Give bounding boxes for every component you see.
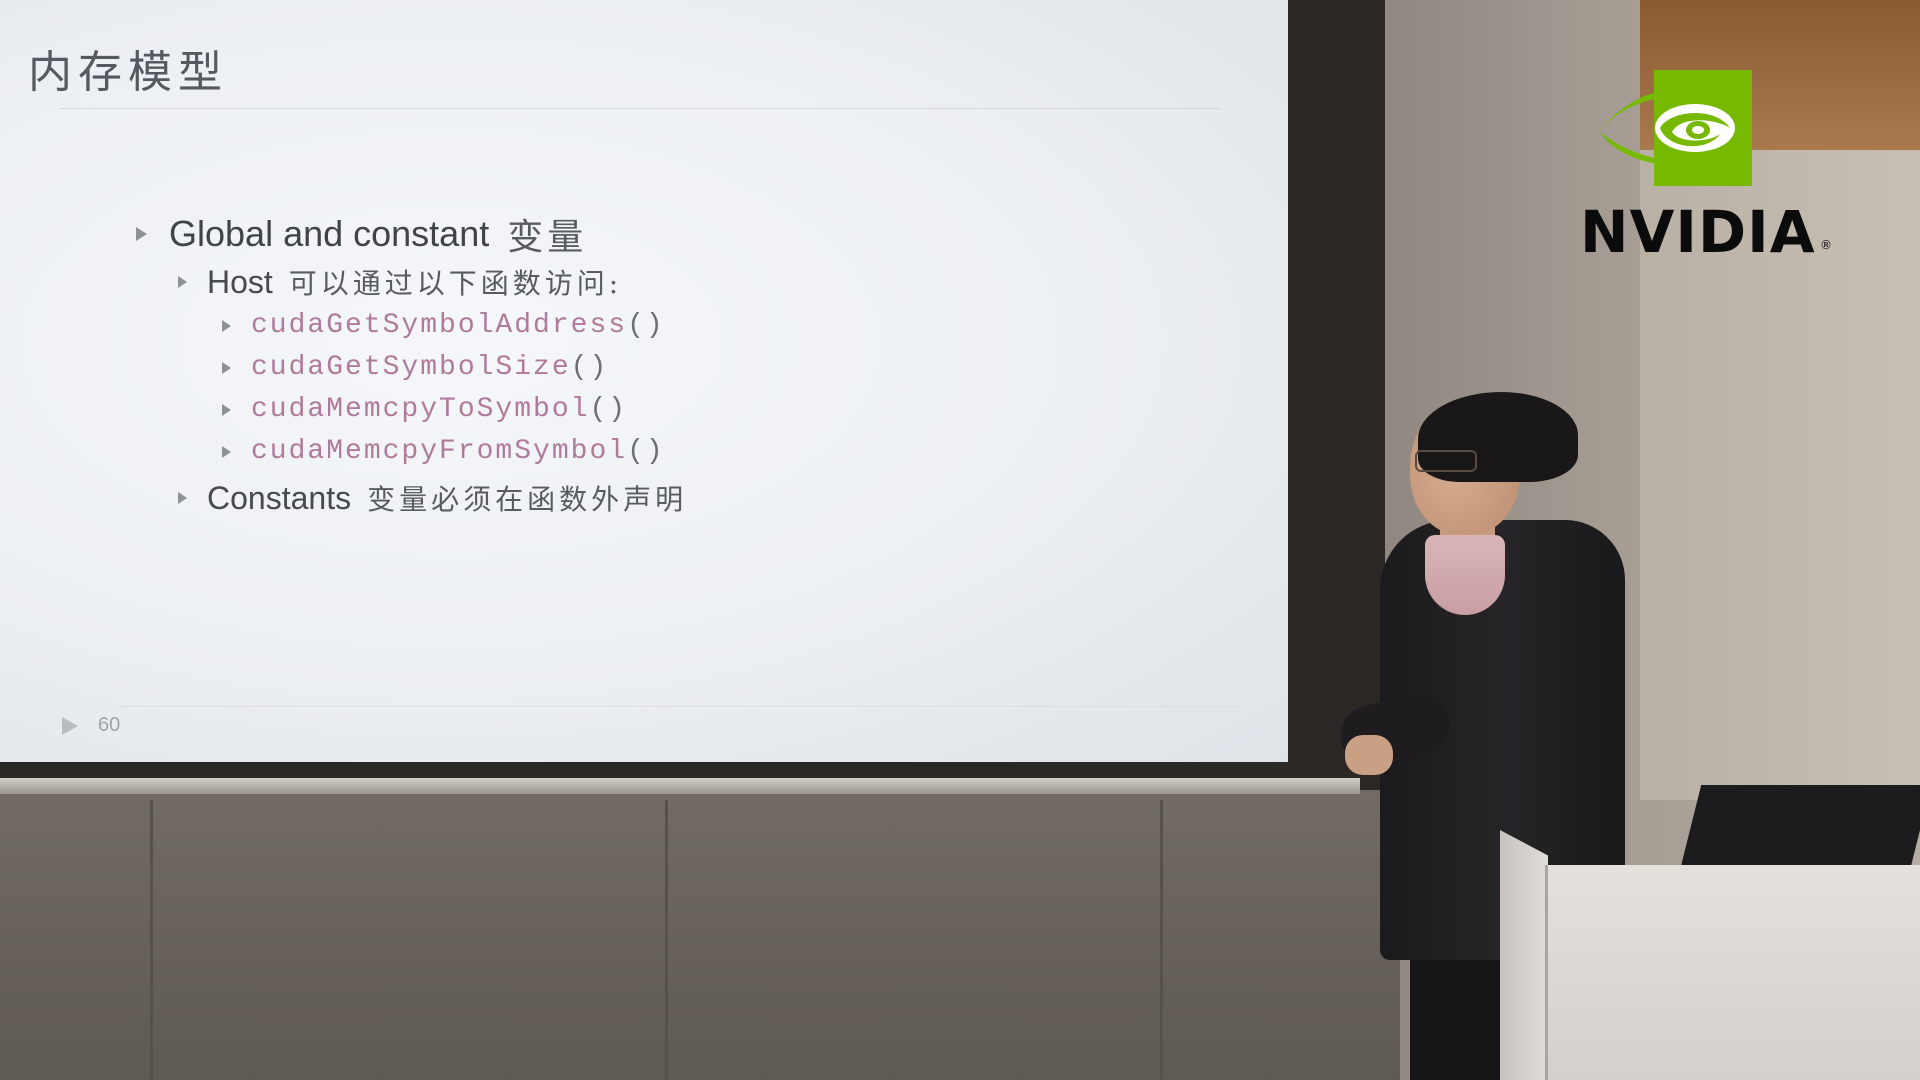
projected-slide: 内存模型 Global and constant 变量 Host 可以通过以下函… [0, 0, 1288, 762]
code-item: cudaMemcpyToSymbol() [222, 394, 627, 425]
nvidia-wordmark: NVIDIA [1580, 198, 1816, 266]
bullet-marker-icon [222, 319, 231, 332]
bullet-constants: Constants 变量必须在函数外声明 [178, 478, 687, 518]
bullet-text-cjk: 可以通过以下函数访问: [288, 267, 623, 300]
bullet-marker-icon [222, 361, 231, 374]
lower-wall-panels [0, 790, 1400, 1080]
code-item: cudaMemcpyFromSymbol() [222, 436, 665, 467]
panel-divider [1160, 800, 1163, 1080]
registered-mark: ® [1820, 238, 1832, 252]
screen-ledge [0, 778, 1360, 794]
slide-title: 内存模型 [28, 47, 228, 98]
function-name: cudaMemcpyFromSymbol [251, 436, 628, 467]
bullet-marker-icon [222, 403, 231, 416]
title-divider [60, 108, 1220, 110]
bullet-text-cjk: 变量必须在函数外声明 [367, 483, 688, 516]
play-icon [62, 716, 78, 735]
bullet-marker-icon [222, 445, 231, 458]
function-name: cudaGetSymbolSize [251, 352, 571, 383]
bullet-global-constant: Global and constant 变量 [136, 208, 587, 260]
footer-divider [120, 706, 1240, 708]
bullet-marker-icon [178, 276, 187, 288]
function-parens: () [589, 394, 628, 425]
code-item: cudaGetSymbolSize() [222, 352, 608, 383]
code-item: cudaGetSymbolAddress() [222, 310, 665, 341]
function-name: cudaGetSymbolAddress [251, 310, 628, 341]
bullet-marker-icon [136, 227, 147, 241]
function-name: cudaMemcpyToSymbol [251, 394, 590, 425]
podium-side [1500, 830, 1548, 1080]
bullet-text: Host [207, 263, 273, 300]
bullet-marker-icon [178, 492, 187, 504]
function-parens: () [627, 436, 665, 467]
panel-divider [665, 800, 668, 1080]
panel-divider [150, 800, 153, 1080]
podium [1545, 865, 1920, 1080]
podium-monitor [1678, 785, 1920, 875]
presenter-shirt-collar [1425, 535, 1505, 615]
presenter-hand [1345, 735, 1393, 775]
bullet-text: Global and constant [169, 213, 490, 254]
nvidia-logo: NVIDIA ® [1580, 70, 1832, 266]
presenter-glasses [1415, 450, 1477, 472]
page-number: 60 [98, 714, 121, 736]
bullet-text: Constants [207, 479, 352, 516]
slide-footer: 60 [62, 714, 120, 737]
lecture-scene: 内存模型 Global and constant 变量 Host 可以通过以下函… [0, 0, 1920, 1080]
nvidia-eye-icon [1600, 70, 1752, 186]
function-parens: () [627, 310, 665, 341]
function-parens: () [570, 352, 609, 383]
bullet-host: Host 可以通过以下函数访问: [178, 262, 622, 302]
bullet-text-cjk: 变量 [507, 217, 588, 258]
